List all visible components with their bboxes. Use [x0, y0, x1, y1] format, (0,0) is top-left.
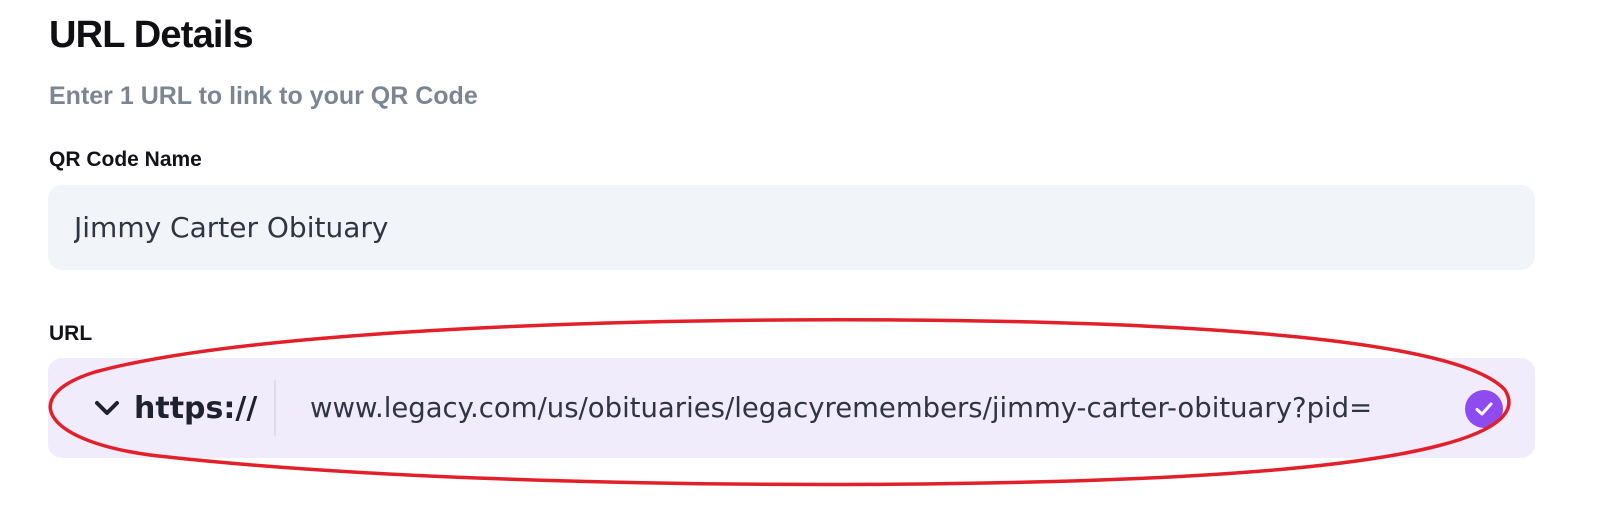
check-circle-icon — [1465, 390, 1503, 428]
section-subtitle: Enter 1 URL to link to your QR Code — [49, 82, 478, 110]
url-field: https:// — [48, 358, 1535, 458]
protocol-select[interactable]: https:// — [92, 380, 324, 436]
chevron-down-icon — [92, 393, 122, 423]
protocol-divider — [274, 380, 276, 436]
section-title: URL Details — [49, 14, 254, 56]
protocol-value: https:// — [134, 390, 258, 426]
qr-code-name-input[interactable] — [48, 185, 1535, 270]
qr-code-name-field — [48, 185, 1535, 270]
url-label: URL — [49, 322, 93, 345]
url-input[interactable] — [310, 380, 1458, 436]
qr-code-name-label: QR Code Name — [49, 148, 202, 171]
